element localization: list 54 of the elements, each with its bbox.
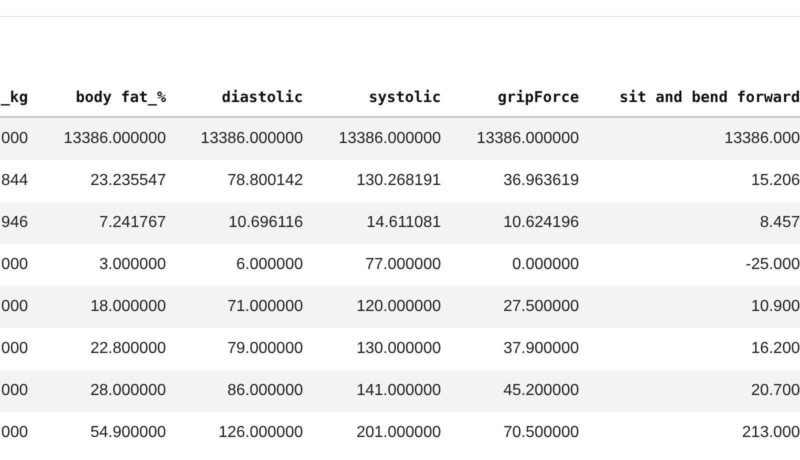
table-cell: 16.200: [751, 340, 800, 357]
column-header: body fat_%: [76, 88, 166, 106]
table-cell: 78.800142: [227, 172, 303, 189]
table-cell: 27.500000: [503, 298, 579, 315]
column-header: _kg: [0, 88, 28, 106]
table-cell: 10.696116: [228, 214, 303, 231]
table-cell: 45.200000: [503, 382, 579, 399]
column-header: diastolic: [222, 88, 303, 106]
table-cell: 13386.000000: [64, 130, 166, 147]
table-cell: 141.000000: [356, 382, 441, 399]
table-cell: 000: [1, 298, 28, 315]
table-cell: 201.000000: [356, 424, 441, 441]
table-cell: -25.000: [746, 256, 800, 273]
table-cell: 0.000000: [512, 256, 579, 273]
table-cell: 6.000000: [236, 256, 303, 273]
table-cell: 79.000000: [227, 340, 303, 357]
table-cell: 20.700: [751, 382, 800, 399]
table-cell: 10.624196: [503, 214, 579, 231]
table-cell: 8.457: [760, 214, 800, 231]
table-cell: 13386.000000: [338, 130, 441, 147]
table-cell: 130.000000: [356, 340, 441, 357]
table-cell: 7.241767: [99, 214, 166, 231]
table-cell: 000: [1, 340, 28, 357]
table-cell: 54.900000: [90, 424, 166, 441]
table-cell: 000: [1, 256, 28, 273]
table-cell: 120.000000: [356, 298, 441, 315]
column-header: sit and bend forward: [619, 88, 800, 106]
column-header: systolic: [368, 88, 441, 106]
table-cell: 71.000000: [227, 298, 303, 315]
table-cell: 28.000000: [90, 382, 166, 399]
table-cell: 13386.000000: [200, 130, 303, 147]
table-cell: 000: [1, 424, 28, 441]
table-cell: 844: [1, 172, 28, 189]
table-cell: 70.500000: [503, 424, 579, 441]
table-cell: 77.000000: [365, 256, 441, 273]
table-cell: 130.268191: [356, 172, 441, 189]
table-cell: 000: [1, 382, 28, 399]
table-cell: 22.800000: [90, 340, 166, 357]
table-cell: 37.900000: [503, 340, 579, 357]
table-cell: 36.963619: [503, 172, 579, 189]
column-header: gripForce: [498, 88, 579, 106]
table-cell: 13386.000: [724, 130, 800, 147]
table-cell: 126.000000: [218, 424, 303, 441]
table-cell: 15.206: [751, 172, 800, 189]
table-cell: 18.000000: [90, 298, 166, 315]
table-cell: 86.000000: [227, 382, 303, 399]
table-cell: 000: [1, 130, 28, 147]
table-cell: 3.000000: [99, 256, 166, 273]
table-cell: 14.611081: [366, 214, 441, 231]
table-cell: 23.235547: [90, 172, 166, 189]
table-cell: 213.000: [742, 424, 800, 441]
table-cell: 13386.000000: [476, 130, 579, 147]
table-cell: 10.900: [751, 298, 800, 315]
table-cell: 946: [1, 214, 28, 231]
